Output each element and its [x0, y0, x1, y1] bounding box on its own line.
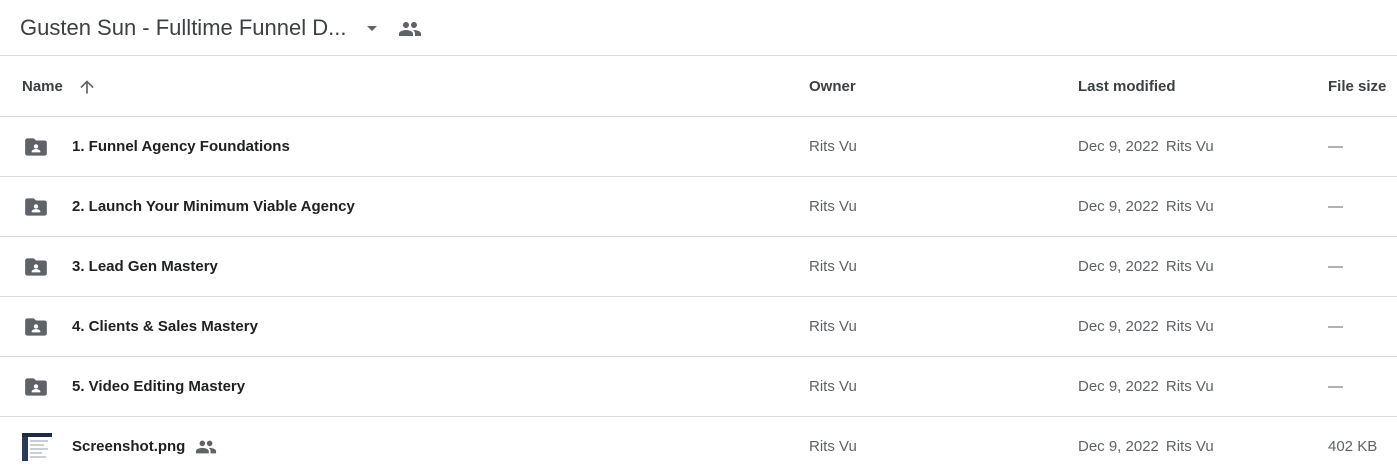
folder-title-button[interactable]: Gusten Sun - Fulltime Funnel D... — [12, 8, 392, 48]
shared-people-icon — [398, 17, 422, 41]
column-header-name[interactable]: Name — [22, 57, 97, 116]
column-file-size-label: File size — [1328, 78, 1387, 95]
file-size: — — [1328, 138, 1343, 155]
last-modified-cell: Dec 9, 2022 Rits Vu — [1078, 417, 1214, 476]
file-row[interactable]: 1. Funnel Agency Foundations Rits Vu Dec… — [0, 117, 1397, 177]
file-name-cell: 4. Clients & Sales Mastery — [72, 297, 258, 356]
file-name: 1. Funnel Agency Foundations — [72, 138, 290, 155]
file-name: 4. Clients & Sales Mastery — [72, 318, 258, 335]
file-name-cell: 3. Lead Gen Mastery — [72, 237, 218, 296]
modified-by: Rits Vu — [1165, 138, 1214, 155]
file-row[interactable]: 3. Lead Gen Mastery Rits Vu Dec 9, 2022 … — [0, 237, 1397, 297]
file-size-cell: — — [1328, 237, 1343, 296]
file-size-cell: — — [1328, 177, 1343, 236]
modified-date: Dec 9, 2022 — [1078, 138, 1159, 155]
file-name: Screenshot.png — [72, 438, 186, 455]
folder-title-bar: Gusten Sun - Fulltime Funnel D... — [0, 0, 1397, 56]
shared-people-icon — [195, 436, 217, 458]
file-size-cell: — — [1328, 357, 1343, 416]
modified-date: Dec 9, 2022 — [1078, 258, 1159, 275]
last-modified-cell: Dec 9, 2022 Rits Vu — [1078, 297, 1214, 356]
owner-name: Rits Vu — [809, 198, 857, 215]
file-name-cell: Screenshot.png — [72, 417, 217, 476]
arrow-drop-down-icon — [360, 16, 384, 40]
file-size: — — [1328, 318, 1343, 335]
modified-by: Rits Vu — [1165, 258, 1214, 275]
file-size: — — [1328, 198, 1343, 215]
arrow-up-icon[interactable] — [77, 77, 97, 97]
shared-folder-icon — [23, 194, 49, 220]
drive-folder-view: Gusten Sun - Fulltime Funnel D... Name O… — [0, 0, 1397, 476]
last-modified-cell: Dec 9, 2022 Rits Vu — [1078, 117, 1214, 176]
file-size: — — [1328, 258, 1343, 275]
file-name: 3. Lead Gen Mastery — [72, 258, 218, 275]
image-thumbnail-icon — [22, 433, 52, 461]
owner-cell: Rits Vu — [809, 117, 857, 176]
file-row[interactable]: 5. Video Editing Mastery Rits Vu Dec 9, … — [0, 357, 1397, 417]
file-name-cell: 2. Launch Your Minimum Viable Agency — [72, 177, 355, 236]
modified-by: Rits Vu — [1165, 378, 1214, 395]
file-size-cell: — — [1328, 117, 1343, 176]
file-size-cell: 402 KB — [1328, 417, 1377, 476]
modified-by: Rits Vu — [1165, 318, 1214, 335]
owner-name: Rits Vu — [809, 258, 857, 275]
file-row[interactable]: 4. Clients & Sales Mastery Rits Vu Dec 9… — [0, 297, 1397, 357]
shared-folder-icon — [23, 314, 49, 340]
file-name-cell: 5. Video Editing Mastery — [72, 357, 245, 416]
file-row[interactable]: 2. Launch Your Minimum Viable Agency Rit… — [0, 177, 1397, 237]
file-name-cell: 1. Funnel Agency Foundations — [72, 117, 290, 176]
owner-name: Rits Vu — [809, 438, 857, 455]
last-modified-cell: Dec 9, 2022 Rits Vu — [1078, 357, 1214, 416]
last-modified-cell: Dec 9, 2022 Rits Vu — [1078, 177, 1214, 236]
owner-cell: Rits Vu — [809, 417, 857, 476]
file-name: 2. Launch Your Minimum Viable Agency — [72, 198, 355, 215]
last-modified-cell: Dec 9, 2022 Rits Vu — [1078, 237, 1214, 296]
modified-by: Rits Vu — [1165, 438, 1214, 455]
owner-cell: Rits Vu — [809, 357, 857, 416]
file-size: 402 KB — [1328, 438, 1378, 455]
file-row[interactable]: Screenshot.png Rits Vu Dec 9, 2022 Rits … — [0, 417, 1397, 476]
column-header-owner[interactable]: Owner — [809, 57, 856, 116]
owner-name: Rits Vu — [809, 138, 857, 155]
owner-cell: Rits Vu — [809, 177, 857, 236]
column-name-label: Name — [22, 78, 63, 95]
column-header-last-modified[interactable]: Last modified — [1078, 57, 1176, 116]
column-owner-label: Owner — [809, 78, 856, 95]
column-last-modified-label: Last modified — [1078, 78, 1176, 95]
owner-cell: Rits Vu — [809, 237, 857, 296]
owner-cell: Rits Vu — [809, 297, 857, 356]
file-size-cell: — — [1328, 297, 1343, 356]
file-size: — — [1328, 378, 1343, 395]
folder-title: Gusten Sun - Fulltime Funnel D... — [20, 15, 347, 40]
file-name: 5. Video Editing Mastery — [72, 378, 246, 395]
owner-name: Rits Vu — [809, 318, 857, 335]
owner-name: Rits Vu — [809, 378, 857, 395]
modified-date: Dec 9, 2022 — [1078, 438, 1159, 455]
modified-date: Dec 9, 2022 — [1078, 318, 1159, 335]
shared-folder-icon — [23, 374, 49, 400]
shared-folder-icon — [23, 134, 49, 160]
modified-by: Rits Vu — [1165, 198, 1214, 215]
modified-date: Dec 9, 2022 — [1078, 378, 1159, 395]
shared-folder-icon — [23, 254, 49, 280]
modified-date: Dec 9, 2022 — [1078, 198, 1159, 215]
column-header-row: Name Owner Last modified File size — [0, 57, 1397, 117]
column-header-file-size[interactable]: File size — [1328, 57, 1386, 116]
